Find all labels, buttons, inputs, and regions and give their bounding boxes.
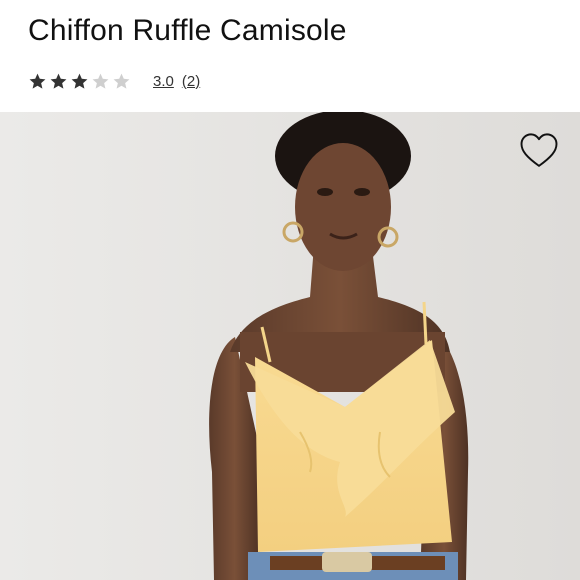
star-filled-icon (50, 73, 67, 89)
model-illustration (0, 112, 580, 580)
favorite-button[interactable] (518, 130, 560, 172)
heart-outline-icon (520, 133, 558, 167)
star-empty-icon (113, 73, 130, 89)
star-filled-icon (29, 73, 46, 89)
star-filled-icon (71, 73, 88, 89)
product-title: Chiffon Ruffle Camisole (28, 14, 347, 47)
product-photo[interactable] (0, 112, 580, 580)
product-rating[interactable]: 3.0 (2) (28, 68, 200, 94)
rating-value-link[interactable]: 3.0 (153, 73, 174, 90)
review-count-link[interactable]: (2) (182, 73, 200, 90)
star-empty-icon (92, 73, 109, 89)
star-rating (28, 72, 131, 91)
